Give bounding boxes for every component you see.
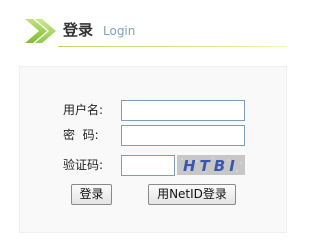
login-header: 登录 Login	[22, 14, 287, 48]
captcha-label: 验证码:	[63, 158, 104, 172]
captcha-field[interactable]	[121, 155, 175, 176]
password-field[interactable]	[121, 125, 245, 146]
username-label: 用户名:	[63, 103, 104, 117]
captcha-text: HTBI	[183, 157, 239, 175]
page-title: 登录	[63, 21, 94, 39]
netid-login-button[interactable]: 用NetID登录	[148, 184, 236, 205]
header-divider	[58, 46, 287, 47]
username-field[interactable]	[121, 100, 245, 121]
password-label: 密 码:	[63, 128, 99, 142]
page-subtitle: Login	[103, 24, 136, 38]
captcha-image[interactable]: HTBI	[177, 155, 245, 175]
login-button[interactable]: 登录	[71, 184, 112, 205]
arrow-right-icon	[25, 19, 56, 43]
login-form-panel: 用户名: 密 码: 验证码: HTBI 登录 用NetID登录	[19, 66, 287, 233]
login-page: 登录 Login 用户名: 密 码: 验证码: HTBI 登录 用NetID登录	[0, 0, 301, 243]
